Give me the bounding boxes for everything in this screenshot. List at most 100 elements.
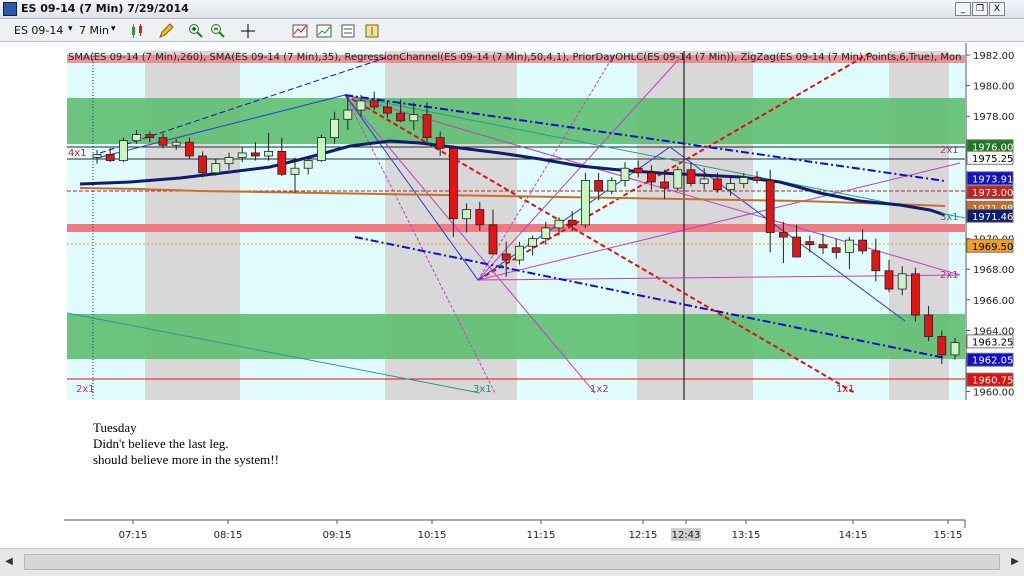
down-candle	[713, 178, 722, 191]
down-candle	[567, 219, 577, 226]
indicators-icon[interactable]	[292, 23, 308, 39]
gann-label: 1x2	[590, 384, 609, 395]
up-candle	[409, 114, 419, 122]
chart-toolbar: ES 09-14 ▾ 7 Min ▾	[0, 20, 1024, 42]
up-candle	[607, 180, 617, 192]
time-label: 10:15	[418, 530, 447, 541]
down-candle	[501, 253, 511, 261]
time-label: 14:15	[839, 530, 868, 541]
up-candle	[528, 238, 537, 247]
gann-label: 2x1	[940, 270, 959, 281]
scroll-left-icon[interactable]: ◀	[2, 552, 16, 572]
up-candle	[237, 152, 247, 158]
crosshair-icon[interactable]	[240, 23, 256, 39]
instrument-dropdown-icon[interactable]: ▾	[68, 24, 73, 34]
zoom-in-icon[interactable]	[188, 23, 204, 39]
down-candle	[884, 270, 894, 290]
up-candle	[211, 163, 221, 174]
down-candle	[184, 141, 194, 157]
candlestick-chart-icon[interactable]	[130, 23, 146, 39]
time-axis: 07:15 08:15 09:15 10:15 11:15 12:15 12:43 13:15…	[0, 518, 1024, 544]
price-tick-label: 1978.00	[973, 112, 1014, 123]
note-line: should believe more in the system!!	[93, 452, 279, 467]
down-candle	[594, 180, 603, 192]
down-candle	[145, 134, 155, 139]
time-label: 08:15	[214, 530, 243, 541]
horizontal-scrollbar[interactable]: ◀ ▶	[0, 548, 1024, 576]
down-candle	[924, 314, 933, 337]
interval-dropdown-icon[interactable]: ▾	[111, 24, 116, 34]
minimize-button[interactable]: _	[955, 2, 971, 16]
up-candle	[290, 167, 300, 175]
trading-notes: Tuesday Didn't believe the last leg. sho…	[93, 420, 279, 468]
down-candle	[369, 100, 379, 108]
app-icon	[3, 2, 17, 16]
down-candle	[448, 147, 458, 220]
gann-label: 1x1	[836, 384, 855, 395]
up-candle	[171, 141, 181, 146]
up-candle	[343, 109, 353, 120]
chart-properties-icon[interactable]	[340, 23, 356, 39]
up-candle	[845, 239, 854, 253]
close-button[interactable]: X	[989, 2, 1005, 16]
price-label-text: 1975.25	[972, 154, 1013, 165]
note-line: Tuesday	[93, 420, 137, 435]
up-candle	[92, 154, 102, 158]
down-candle	[250, 152, 260, 157]
price-label-text: 1973.91	[972, 174, 1013, 185]
price-tick-label: 1982.00	[973, 51, 1014, 62]
time-label: 07:15	[119, 530, 148, 541]
price-label-text: 1960.75	[972, 376, 1013, 387]
instrument-selector[interactable]: ES 09-14	[14, 24, 63, 37]
down-candle	[647, 172, 656, 183]
scroll-thumb[interactable]	[24, 554, 1000, 570]
up-candle	[264, 150, 274, 157]
restore-button[interactable]: ❐	[972, 2, 988, 16]
down-candle	[158, 137, 168, 146]
price-tick-label: 1966.00	[973, 296, 1014, 307]
up-candle	[554, 219, 564, 229]
time-label: 15:15	[934, 530, 963, 541]
time-label: 12:43	[672, 530, 701, 541]
down-candle	[686, 169, 696, 184]
time-label: 12:15	[629, 530, 658, 541]
down-candle	[633, 167, 643, 174]
up-candle	[119, 140, 128, 161]
down-candle	[198, 155, 208, 174]
up-candle	[132, 134, 142, 142]
up-candle	[541, 227, 551, 239]
price-label-text: 1969.50	[972, 242, 1013, 253]
price-tick-label: 1968.00	[973, 265, 1014, 276]
up-candle	[739, 176, 749, 184]
price-chart[interactable]: 2x1 3x1 1x2 1x1 2x1 3x1 2x1 4x1 SMA(ES 0…	[0, 43, 1024, 401]
interval-selector[interactable]: 7 Min	[79, 24, 109, 37]
down-candle	[831, 247, 841, 253]
down-candle	[871, 250, 881, 272]
title-bar: ES 09-14 (7 Min) 7/29/2014 _ ❐ X	[0, 0, 1024, 19]
price-tick-label: 1960.00	[973, 388, 1014, 399]
down-candle	[422, 114, 432, 139]
up-candle	[356, 100, 366, 111]
strategies-icon[interactable]	[316, 23, 332, 39]
price-chart-panel[interactable]: 2x1 3x1 1x2 1x1 2x1 3x1 2x1 4x1 SMA(ES 0…	[0, 43, 1024, 401]
down-candle	[382, 106, 392, 114]
up-candle	[699, 178, 709, 184]
down-candle	[911, 273, 920, 316]
drawing-pencil-icon[interactable]	[158, 23, 174, 39]
data-box-icon[interactable]	[364, 23, 380, 39]
zoom-out-icon[interactable]	[210, 23, 226, 39]
indicator-header: SMA(ES 09-14 (7 Min),260), SMA(ES 09-14 …	[68, 52, 961, 63]
down-candle	[752, 176, 762, 181]
down-candle	[277, 150, 287, 175]
up-candle	[515, 245, 524, 261]
gann-label: 3x1	[473, 384, 492, 395]
down-candle	[858, 239, 867, 252]
scroll-right-icon[interactable]: ▶	[1008, 552, 1022, 572]
time-label: 11:15	[527, 530, 556, 541]
down-candle	[805, 241, 815, 246]
upper-green-band	[67, 98, 965, 144]
up-candle	[897, 273, 907, 290]
down-candle	[937, 336, 947, 356]
down-candle	[396, 112, 406, 122]
up-candle	[303, 160, 313, 169]
